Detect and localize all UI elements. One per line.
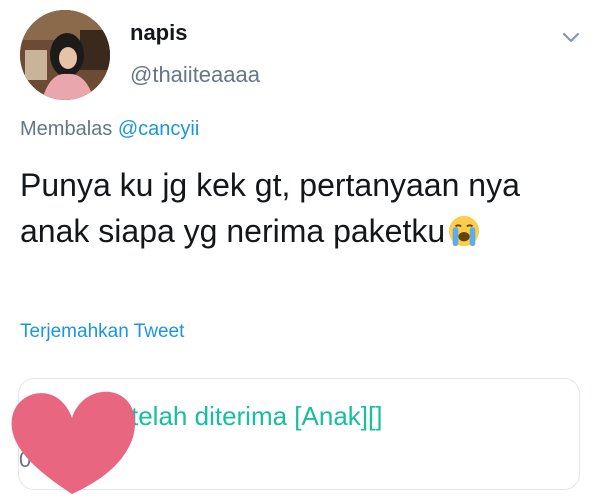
tweet-text: Punya ku jg kek gt, pertanyaan nya anak … (20, 162, 580, 254)
tweet-body: Punya ku jg kek gt, pertanyaan nya anak … (20, 167, 520, 249)
reply-mention-link[interactable]: @cancyii (118, 118, 199, 140)
avatar[interactable] (20, 10, 110, 100)
chevron-down-icon[interactable] (560, 26, 582, 48)
heart-sticker-icon (11, 391, 136, 494)
reply-prefix: Membalas (20, 118, 113, 140)
user-handle[interactable]: @thaiiteaaaa (130, 62, 260, 88)
card-text: telah diterima [Anak][] (131, 401, 383, 431)
display-name[interactable]: napis (130, 20, 187, 46)
avatar-photo (20, 10, 110, 100)
reply-context: Membalas @cancyii (20, 118, 199, 141)
translate-tweet-link[interactable]: Terjemahkan Tweet (20, 321, 184, 343)
loudly-crying-face-icon (449, 215, 480, 247)
